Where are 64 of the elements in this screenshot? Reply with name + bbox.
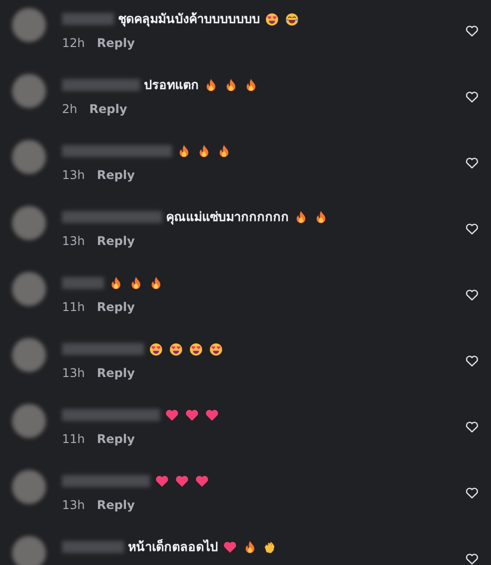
heart-icon [223,540,237,554]
clapping-hands-icon [263,540,277,554]
comment-text: ปรอทแตก [144,76,199,94]
fire-icon [197,144,211,158]
timestamp: 2h [62,102,78,116]
timestamp: 13h [62,168,85,182]
avatar[interactable] [12,536,46,565]
heart-eyes-face-icon [189,342,203,356]
avatar[interactable] [12,74,46,108]
heart-outline-icon[interactable] [465,90,479,104]
avatar[interactable] [12,470,46,504]
heart-outline-icon[interactable] [465,156,479,170]
fire-icon [314,210,328,224]
comment-text: คุณแม่แซ่บมากกกกกก [166,208,289,227]
fire-icon [294,210,308,224]
heart-outline-icon[interactable] [465,552,479,565]
heart-outline-icon[interactable] [465,420,479,434]
heart-icon [185,408,199,422]
laughing-face-icon [285,12,299,26]
heart-icon [155,474,169,488]
fire-icon [129,276,143,290]
heart-icon [205,408,219,422]
reply-link[interactable]: Reply [96,432,135,446]
reply-link[interactable]: Reply [96,168,135,182]
reply-link[interactable]: Reply [96,234,135,248]
avatar[interactable] [12,140,46,174]
reply-link[interactable]: Reply [96,300,135,314]
fire-icon [149,276,163,290]
fire-icon [224,78,238,92]
timestamp: 11h [62,300,85,314]
heart-eyes-face-icon [265,12,279,26]
avatar[interactable] [12,338,46,372]
reply-link[interactable]: Reply [96,498,135,512]
heart-eyes-face-icon [209,342,223,356]
timestamp: 12h [62,36,85,50]
reply-link[interactable]: Reply [96,36,135,50]
comment-text: หน้าเด็กตลอดไป [128,538,218,556]
reply-link[interactable]: Reply [96,366,135,380]
heart-eyes-face-icon [169,342,183,356]
timestamp: 13h [62,234,85,248]
fire-icon [177,144,191,158]
fire-icon [109,276,123,290]
avatar[interactable] [12,206,46,240]
comment-text: ชุดคลุมมันบังค้าบบบบบบบ [118,10,260,29]
heart-eyes-face-icon [149,342,163,356]
fire-icon [244,78,258,92]
timestamp: 13h [62,366,85,380]
heart-icon [195,474,209,488]
fire-icon [243,540,257,554]
heart-outline-icon[interactable] [465,486,479,500]
reply-link[interactable]: Reply [89,102,128,116]
heart-outline-icon[interactable] [465,288,479,302]
heart-outline-icon[interactable] [465,222,479,236]
avatar[interactable] [12,8,46,42]
avatar[interactable] [12,404,46,438]
heart-outline-icon[interactable] [465,354,479,368]
heart-icon [165,408,179,422]
timestamp: 13h [62,498,85,512]
heart-outline-icon[interactable] [465,24,479,38]
fire-icon [204,78,218,92]
avatar[interactable] [12,272,46,306]
timestamp: 11h [62,432,85,446]
heart-icon [175,474,189,488]
fire-icon [217,144,231,158]
